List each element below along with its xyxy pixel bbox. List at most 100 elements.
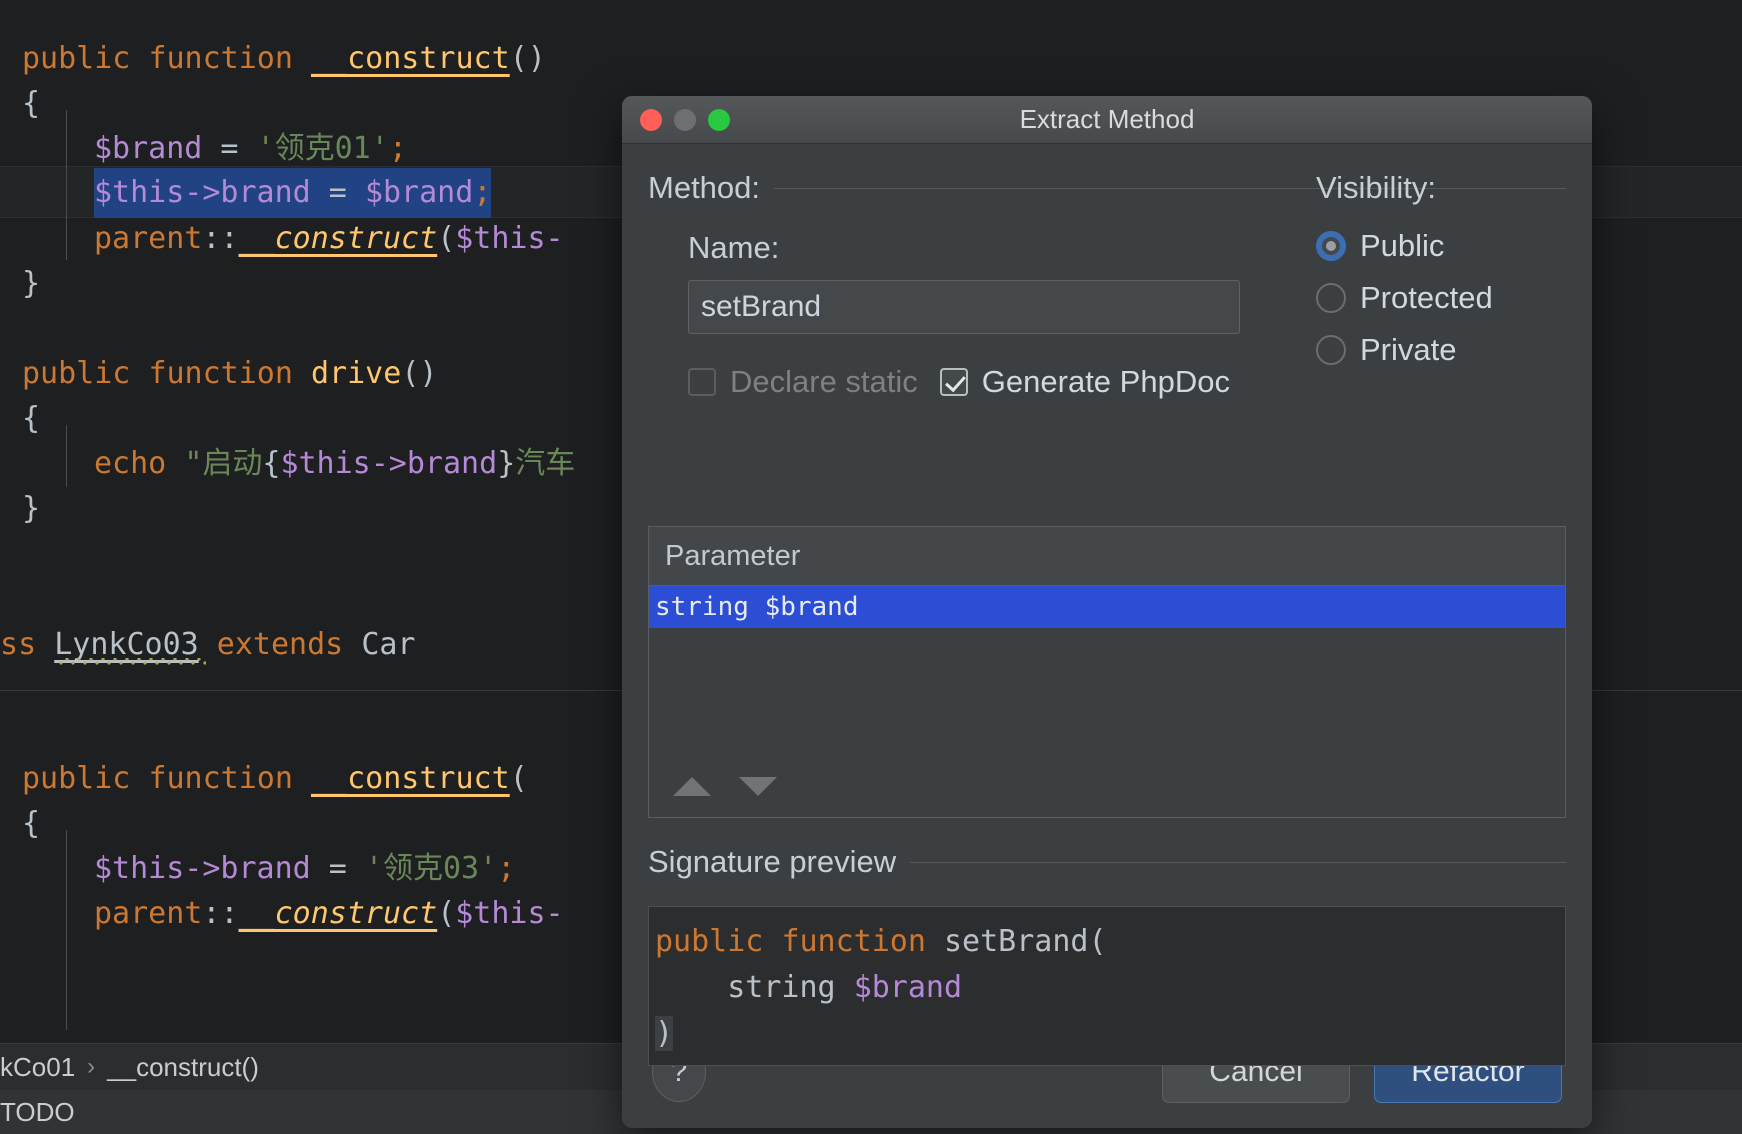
code-token: " (184, 446, 203, 481)
code-line: parent::__construct($this- (94, 889, 564, 939)
extract-method-dialog: Extract Method Method: Name: Declare sta… (622, 96, 1592, 1128)
parameters-toolbar (648, 756, 1566, 818)
breadcrumb-class[interactable]: kCo01 (0, 1052, 75, 1083)
visibility-option-private[interactable]: Private (1316, 324, 1566, 376)
code-token: = (310, 175, 365, 210)
code-token: ( (437, 221, 456, 256)
group-separator-rule (910, 861, 1566, 863)
code-token: ; (388, 131, 407, 166)
signature-preview-legend: Signature preview (648, 844, 897, 879)
code-token: ; (473, 175, 492, 210)
visibility-group: Visibility: Public Protected Private (1316, 170, 1566, 376)
code-token: __construct (238, 221, 438, 256)
code-token: public (22, 761, 149, 796)
code-token: '领克01' (256, 131, 389, 166)
code-token: = (202, 131, 257, 166)
code-line: } (22, 484, 40, 534)
code-token: $this->brand (94, 175, 311, 210)
signature-token: setBrand (944, 924, 1089, 959)
signature-line: string $brand (655, 965, 1565, 1011)
visibility-protected-label: Protected (1360, 280, 1493, 315)
code-token: } (22, 491, 41, 526)
code-token: $brand (364, 175, 474, 210)
breadcrumb-member[interactable]: __construct() (107, 1052, 259, 1083)
code-token: function (148, 356, 311, 391)
code-line: public function __construct() (22, 34, 546, 84)
signature-line: public function setBrand( (655, 919, 1565, 965)
code-token: $this- (455, 896, 564, 931)
status-todo-label[interactable]: TODO (0, 1097, 75, 1128)
dialog-titlebar[interactable]: Extract Method (622, 96, 1592, 144)
code-token: public (22, 356, 149, 391)
code-line: $brand = '领克01'; (94, 124, 407, 174)
code-token: { (22, 86, 41, 121)
code-token: LynkCo03 (54, 627, 199, 662)
method-name-input[interactable] (688, 280, 1240, 334)
visibility-legend: Visibility: (1316, 170, 1437, 205)
code-line: { (22, 799, 40, 849)
code-token: extends (198, 627, 362, 662)
visibility-private-label: Private (1360, 332, 1457, 367)
signature-token: ( (1088, 924, 1107, 959)
signature-token: public (655, 924, 782, 959)
chevron-right-icon: › (87, 1053, 96, 1080)
code-token: ( (437, 896, 456, 931)
indent-guide (66, 830, 67, 1030)
code-token: function (148, 761, 311, 796)
code-token: () (401, 356, 438, 391)
code-token: 启动 (202, 446, 263, 481)
code-token: __construct (238, 896, 438, 931)
checkbox-icon[interactable] (688, 368, 716, 396)
code-token: { (262, 446, 281, 481)
dialog-title: Extract Method (1019, 104, 1195, 134)
arrow-down-icon[interactable] (739, 777, 777, 796)
code-token: '领克03' (364, 851, 498, 886)
checkbox-checked-icon[interactable] (939, 368, 968, 396)
radio-icon[interactable] (1316, 335, 1346, 365)
declare-static-checkbox[interactable]: Declare static (688, 364, 918, 400)
code-line: { (22, 79, 40, 129)
code-token: __construct (311, 41, 510, 76)
visibility-option-public[interactable]: Public (1316, 220, 1566, 272)
code-line: echo "启动{$this->brand}汽车 (94, 439, 575, 489)
selected-code-line[interactable]: $this->brand = $brand; (94, 168, 492, 218)
code-token: function (148, 41, 311, 76)
signature-token: ) (655, 1016, 674, 1051)
parameters-table[interactable]: Parameter string $brand (648, 526, 1566, 758)
signature-preview-header: Signature preview (648, 844, 1566, 880)
code-token: $this->brand (94, 851, 311, 886)
parameters-rows[interactable]: string $brand (649, 586, 1565, 628)
parameter-row[interactable]: string $brand (649, 586, 1565, 628)
parameters-column-header: Parameter (649, 527, 1565, 586)
radio-icon[interactable] (1316, 283, 1346, 313)
code-token: drive (311, 356, 402, 391)
arrow-up-icon[interactable] (673, 777, 711, 796)
code-line: { (22, 394, 40, 444)
code-token: { (22, 401, 41, 436)
code-token: ass (0, 627, 37, 662)
code-token: $brand (94, 131, 203, 166)
radio-selected-icon[interactable] (1316, 231, 1346, 261)
warning-squiggle-icon (58, 658, 206, 665)
signature-token: $brand (853, 970, 963, 1005)
signature-token: function (781, 924, 944, 959)
indent-guide (66, 110, 67, 260)
code-token: ; (497, 851, 516, 886)
code-token: () (509, 41, 546, 76)
code-token: 汽车 (515, 446, 576, 481)
code-token: :: (202, 221, 239, 256)
code-token: $this->brand (280, 446, 498, 481)
code-token: $this- (455, 221, 564, 256)
code-line: parent::__construct($this- (94, 214, 564, 264)
code-token: = (310, 851, 365, 886)
method-group-legend: Method: (648, 170, 761, 205)
signature-preview-code: public function setBrand( string $brand) (648, 906, 1566, 1066)
code-line: } (22, 259, 40, 309)
code-token: Car (361, 627, 416, 662)
signature-line: ) (655, 1011, 1565, 1057)
code-token: } (497, 446, 516, 481)
indent-guide (66, 425, 67, 487)
generate-phpdoc-checkbox[interactable]: Generate PhpDoc (939, 364, 1230, 400)
visibility-option-protected[interactable]: Protected (1316, 272, 1566, 324)
code-line: $this->brand = '领克03'; (94, 844, 515, 894)
